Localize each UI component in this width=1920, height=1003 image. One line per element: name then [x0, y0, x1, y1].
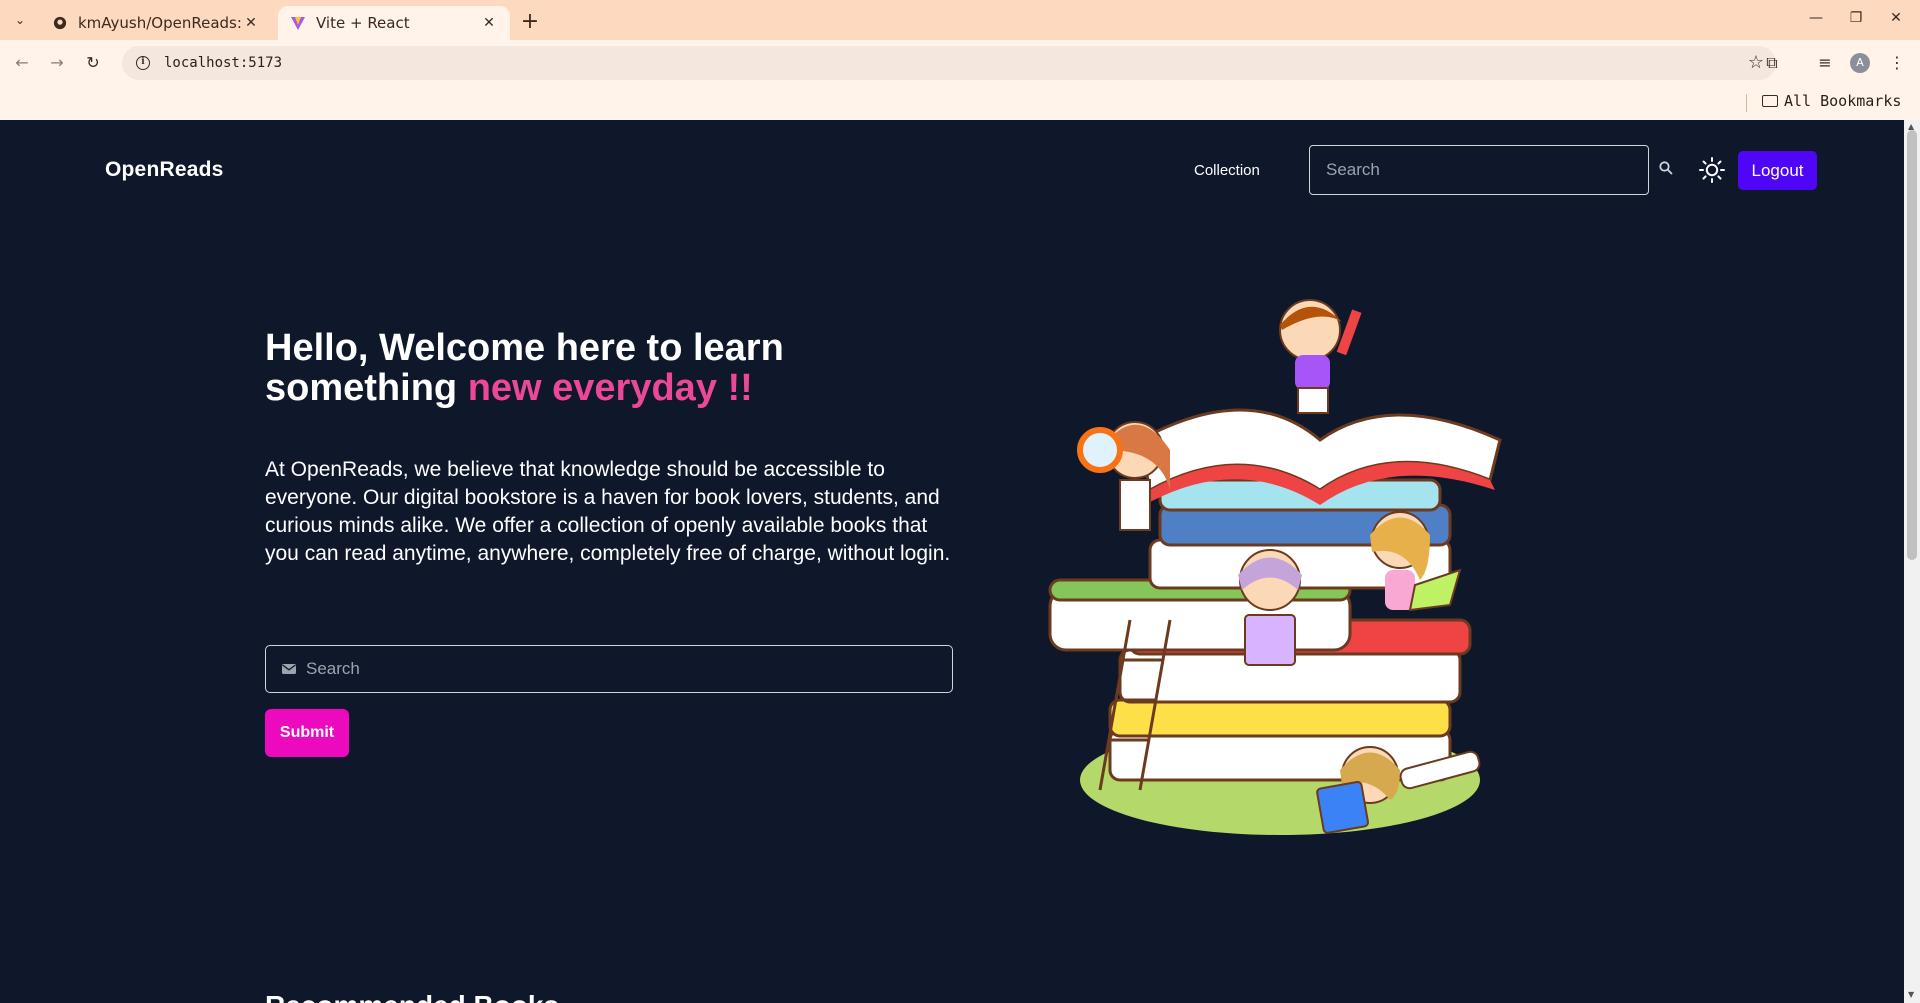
- extensions-puzzle-icon[interactable]: ⧉: [1760, 51, 1784, 75]
- forward-arrow-icon[interactable]: →: [45, 51, 69, 75]
- close-icon[interactable]: ✕: [480, 15, 498, 31]
- envelope-icon: [282, 664, 296, 674]
- reload-icon[interactable]: ↻: [81, 51, 105, 75]
- section-heading: Recommended Books: [265, 990, 559, 1003]
- bookmarks-bar: All Bookmarks: [0, 86, 1920, 120]
- new-tab-plus-icon[interactable]: +: [520, 9, 540, 34]
- vite-icon: [290, 15, 306, 31]
- page-scrollbar-thumb[interactable]: [1907, 130, 1917, 560]
- scroll-up-arrow-icon[interactable]: ▲: [1908, 122, 1914, 131]
- brand-logo[interactable]: OpenReads: [105, 158, 224, 182]
- folder-icon: [1762, 95, 1778, 107]
- sun-icon[interactable]: [1698, 156, 1726, 184]
- tab-vite-react[interactable]: Vite + React ✕: [278, 6, 510, 40]
- close-window-icon[interactable]: ✕: [1888, 10, 1904, 26]
- email-field[interactable]: [306, 659, 952, 679]
- hero-description: At OpenReads, we believe that knowledge …: [265, 458, 951, 565]
- logout-button[interactable]: Logout: [1738, 151, 1817, 190]
- back-arrow-icon[interactable]: ←: [10, 51, 34, 75]
- address-bar[interactable]: i localhost:5173 ☆: [122, 46, 1776, 80]
- close-icon[interactable]: ✕: [242, 15, 260, 31]
- browser-tabstrip: ⌄ kmAyush/OpenReads: ✕ Vite + React ✕ + …: [0, 0, 1920, 40]
- tab-title: Vite + React: [316, 14, 410, 32]
- profile-avatar[interactable]: A: [1850, 53, 1870, 73]
- media-controls-icon[interactable]: ≡: [1813, 51, 1837, 75]
- books-with-kids-illustration: [1048, 299, 1502, 835]
- kid-top: [1279, 299, 1362, 414]
- restore-icon[interactable]: ❐: [1848, 10, 1864, 26]
- browser-toolbar: ← → ↻ i localhost:5173 ☆ ⧉ ≡ ⋮: [0, 40, 1920, 86]
- tab-github[interactable]: kmAyush/OpenReads: ✕: [40, 6, 272, 40]
- email-field-wrapper[interactable]: [265, 645, 953, 693]
- hero-heading-accent: new everyday !!: [467, 367, 753, 409]
- navbar-search-input[interactable]: [1309, 145, 1649, 195]
- tab-title: kmAyush/OpenReads:: [78, 14, 242, 32]
- scroll-down-arrow-icon[interactable]: ▼: [1908, 990, 1914, 999]
- all-bookmarks-button[interactable]: All Bookmarks: [1762, 92, 1901, 110]
- all-bookmarks-label: All Bookmarks: [1784, 92, 1902, 110]
- submit-button[interactable]: Submit: [265, 709, 349, 757]
- nav-link-collection[interactable]: Collection: [1194, 162, 1260, 179]
- search-icon[interactable]: [1658, 160, 1674, 176]
- webpage: OpenReads Collection Logout Hello, Welco…: [0, 120, 1904, 1003]
- minimize-icon[interactable]: —: [1808, 10, 1824, 26]
- github-icon: [52, 15, 68, 31]
- url-text: localhost:5173: [164, 55, 283, 71]
- tab-search-chevron-icon[interactable]: ⌄: [8, 8, 32, 32]
- browser-menu-icon[interactable]: ⋮: [1885, 51, 1909, 75]
- bookmarks-divider: [1746, 94, 1747, 112]
- site-info-icon[interactable]: i: [136, 56, 150, 70]
- hero-heading: Hello, Welcome here to learn something n…: [265, 328, 905, 408]
- window-controls: — ❐ ✕: [1808, 10, 1904, 26]
